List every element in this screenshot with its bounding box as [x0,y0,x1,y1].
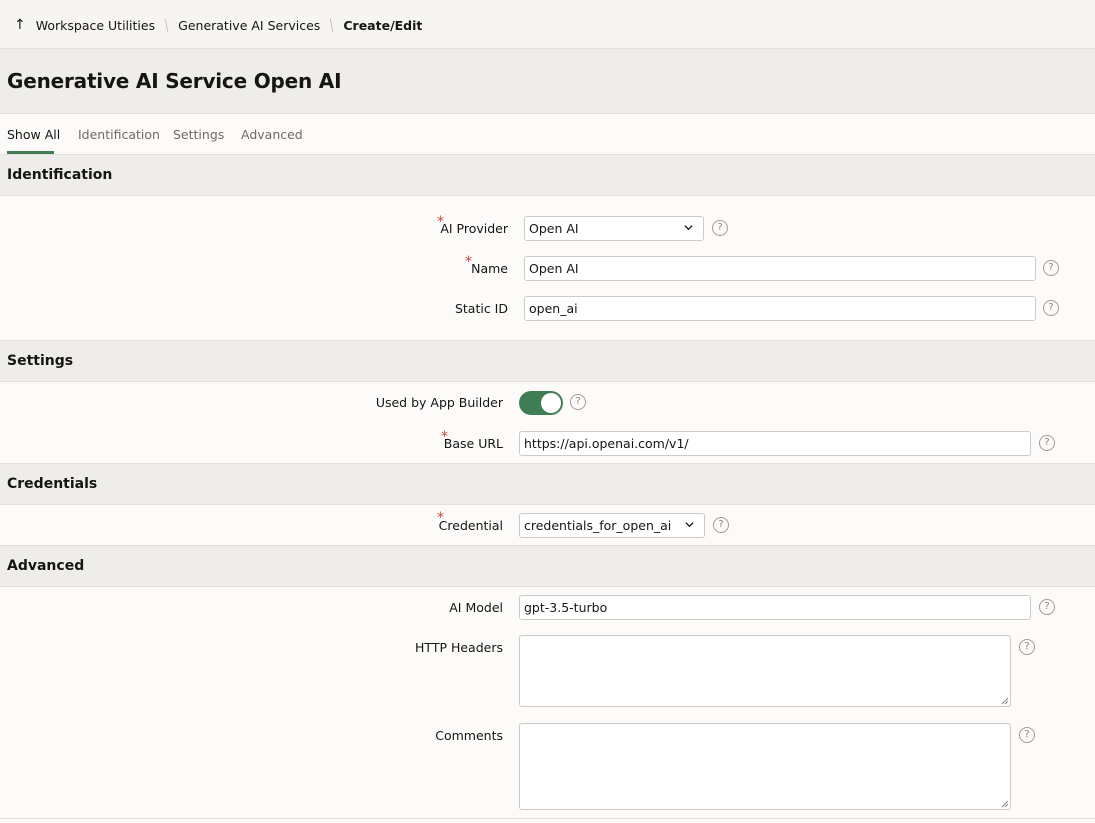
help-icon[interactable]: ? [713,517,729,533]
section-title: Credentials [7,476,98,492]
section-title: Advanced [7,558,85,574]
chevron-down-icon [685,522,694,528]
tab-show-all[interactable]: Show All [7,127,60,142]
section-header-advanced: Advanced [0,545,1095,587]
breadcrumb-separator: \ [330,16,334,34]
name-label: Name [471,261,508,276]
static-id-label: Static ID [454,301,508,316]
chevron-down-icon [684,225,693,231]
ai-model-input[interactable] [519,595,1031,620]
ai-provider-value: Open AI [529,221,579,236]
breadcrumb-separator: \ [165,16,169,34]
help-icon[interactable]: ? [1039,599,1055,615]
top-bar: ↑ Workspace Utilities \ Generative AI Se… [0,0,1095,49]
section-header-settings: Settings [0,340,1095,382]
used-by-app-builder-label: Used by App Builder [375,395,503,410]
divider [0,818,1095,819]
title-bar: Generative AI Service Open AI [0,49,1095,114]
tab-bar: Show All Identification Settings Advance… [0,114,1095,155]
base-url-label: Base URL [443,436,503,451]
section-title: Identification [7,167,113,183]
breadcrumb-generative-ai-services[interactable]: Generative AI Services [178,18,320,33]
help-icon[interactable]: ? [1039,435,1055,451]
help-icon[interactable]: ? [1019,639,1035,655]
used-by-app-builder-toggle[interactable] [519,391,563,415]
base-url-input[interactable] [519,431,1031,456]
help-icon[interactable]: ? [1019,727,1035,743]
breadcrumb-current: Create/Edit [343,17,423,33]
credential-label: Credential [438,518,503,533]
resize-grip-icon[interactable] [1000,799,1009,808]
comments-textarea[interactable] [519,723,1011,810]
tab-identification[interactable]: Identification [78,127,160,142]
toggle-knob [541,393,561,413]
name-input[interactable] [524,256,1036,281]
resize-grip-icon[interactable] [1000,696,1009,705]
help-icon[interactable]: ? [570,394,586,410]
http-headers-label: HTTP Headers [415,640,503,655]
breadcrumb-workspace-utilities[interactable]: Workspace Utilities [36,18,155,33]
ai-provider-select[interactable]: Open AI [524,216,704,241]
page-title: Generative AI Service Open AI [7,69,342,93]
static-id-input[interactable] [524,296,1036,321]
breadcrumb: ↑ Workspace Utilities \ Generative AI Se… [14,16,422,34]
ai-provider-label: AI Provider [440,221,508,236]
help-icon[interactable]: ? [1043,260,1059,276]
tab-settings[interactable]: Settings [173,127,224,142]
http-headers-textarea[interactable] [519,635,1011,707]
ai-model-label: AI Model [449,600,503,615]
arrow-up-icon[interactable]: ↑ [14,17,26,33]
help-icon[interactable]: ? [1043,300,1059,316]
comments-label: Comments [435,728,503,743]
help-icon[interactable]: ? [712,220,728,236]
tab-advanced[interactable]: Advanced [241,127,303,142]
section-header-credentials: Credentials [0,463,1095,505]
credential-value: credentials_for_open_ai [524,518,672,533]
credential-select[interactable]: credentials_for_open_ai [519,513,705,538]
section-header-identification: Identification [0,154,1095,196]
section-title: Settings [7,353,74,369]
